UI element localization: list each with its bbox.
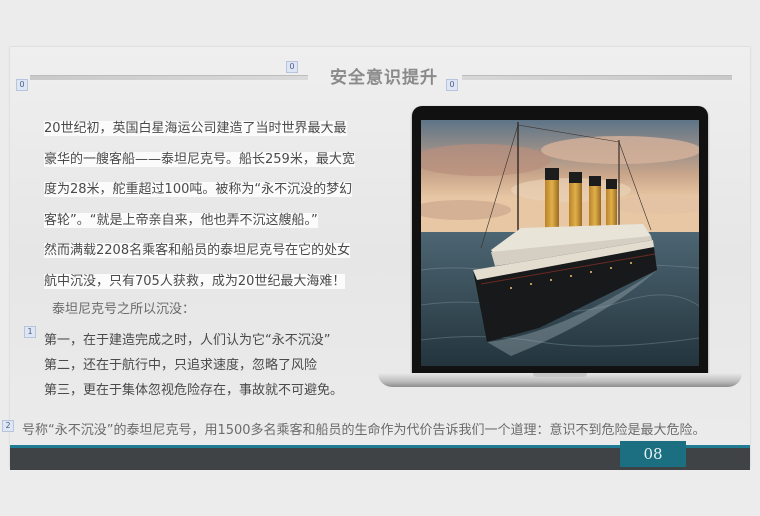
reason-item: 第三，更在于集体忽视危险存在，事故就不可避免。: [44, 383, 344, 398]
page-number: 08: [620, 441, 686, 467]
ship-illustration: [421, 120, 699, 366]
laptop-base: [378, 373, 742, 387]
laptop-image: [378, 106, 742, 396]
tag-marker: 0: [286, 61, 298, 73]
title-divider-right: [462, 75, 732, 80]
tag-marker: 0: [446, 79, 458, 91]
slide-title: 安全意识提升: [330, 68, 438, 88]
paragraph-line: 豪华的一艘客船——泰坦尼克号。船长259米，最大宽: [44, 151, 355, 167]
paragraph-line: 度为28米，舵重超过100吨。被称为“永不沉没的梦幻: [44, 182, 353, 197]
reason-item: 第一，在于建造完成之时，人们认为它“永不沉没”: [44, 333, 331, 348]
paragraph-line: 航中沉没，只有705人获救，成为20世纪最大海难！: [44, 273, 346, 289]
slide: 0 0 安全意识提升 0 20世纪初，英国白星海运公司建造了当时世界最大最 豪华…: [2, 47, 750, 470]
paragraph-line: 客轮”。“就是上帝亲自来，他也弄不沉这艘船。”: [44, 212, 318, 228]
laptop-lid: [412, 106, 708, 374]
intro-paragraph: 20世纪初，英国白星海运公司建造了当时世界最大最 豪华的一艘客船——泰坦尼克号。…: [44, 114, 374, 297]
titanic-photo: [421, 120, 699, 366]
tag-marker: 2: [2, 420, 14, 432]
laptop-notch: [533, 373, 587, 377]
reasons-heading: 泰坦尼克号之所以沉没：: [52, 302, 196, 317]
tag-marker: 1: [24, 326, 36, 338]
reasons-list: 第一，在于建造完成之时，人们认为它“永不沉没” 第二，还在于航行中，只追求速度，…: [44, 328, 374, 403]
reason-item: 第二，还在于航行中，只追求速度，忽略了风险: [44, 358, 318, 373]
tag-marker: 0: [16, 79, 28, 91]
title-divider-left: [30, 75, 308, 80]
conclusion-text: 号称“永不沉没”的泰坦尼克号，用1500多名乘客和船员的生命作为代价告诉我们一个…: [22, 423, 706, 438]
paragraph-line: 然而满载2208名乘客和船员的泰坦尼克号在它的处女: [44, 243, 351, 258]
paragraph-line: 20世纪初，英国白星海运公司建造了当时世界最大最: [44, 121, 347, 136]
